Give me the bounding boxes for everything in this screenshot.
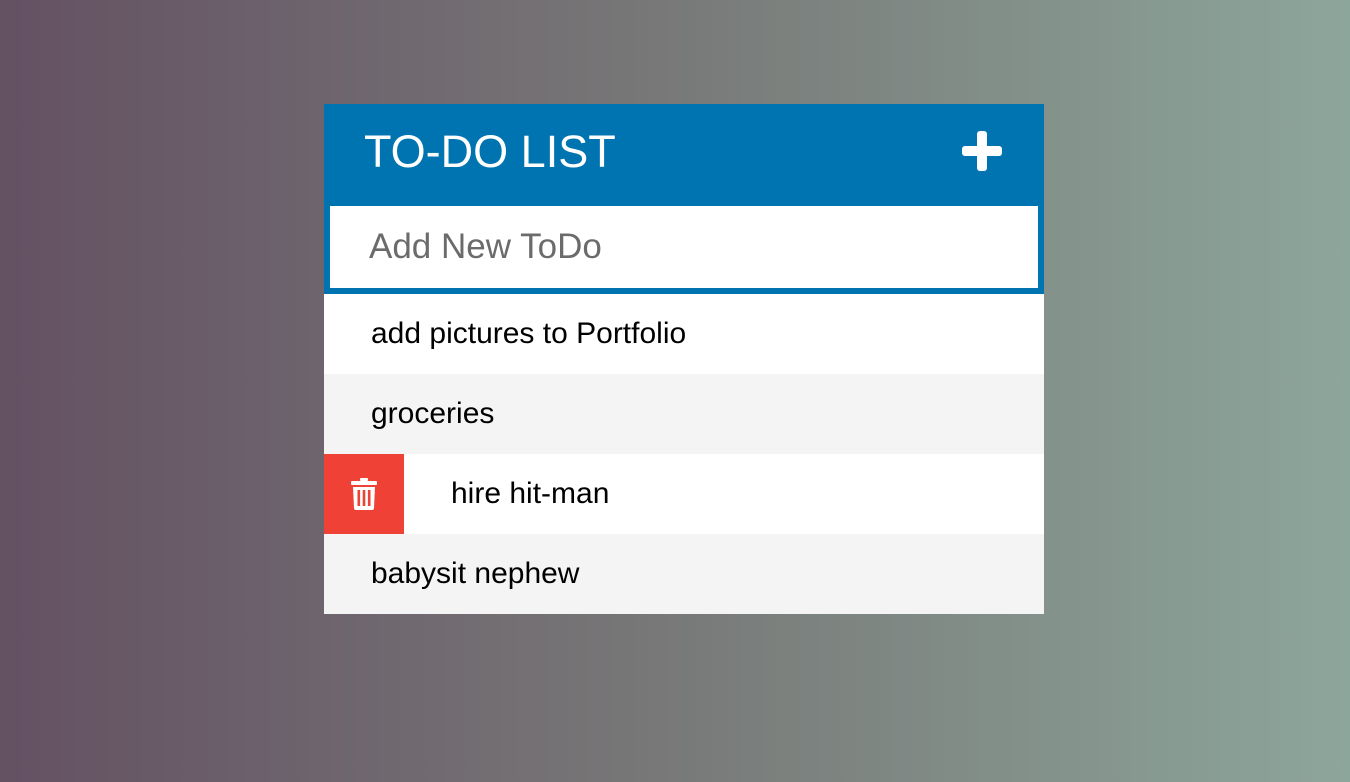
list-item[interactable]: add pictures to Portfolio (324, 294, 1044, 374)
list-item[interactable]: hire hit-man (324, 454, 1044, 534)
todo-text: babysit nephew (371, 557, 580, 590)
todo-list: add pictures to Portfolio groceries hire… (324, 294, 1044, 614)
todo-text: groceries (371, 397, 495, 430)
list-item[interactable]: babysit nephew (324, 534, 1044, 614)
plus-icon (962, 131, 1002, 171)
page-title: TO-DO LIST (364, 126, 616, 177)
new-todo-input[interactable] (330, 206, 1038, 288)
list-item[interactable]: groceries (324, 374, 1044, 454)
new-todo-wrapper (324, 200, 1044, 294)
add-todo-button[interactable] (960, 129, 1004, 173)
trash-icon (351, 478, 377, 510)
delete-button[interactable] (324, 454, 404, 534)
todo-text: add pictures to Portfolio (371, 317, 687, 350)
todo-header: TO-DO LIST (324, 104, 1044, 200)
todo-card: TO-DO LIST add pictures to Portfolio gro… (324, 104, 1044, 614)
todo-text: hire hit-man (451, 477, 610, 510)
